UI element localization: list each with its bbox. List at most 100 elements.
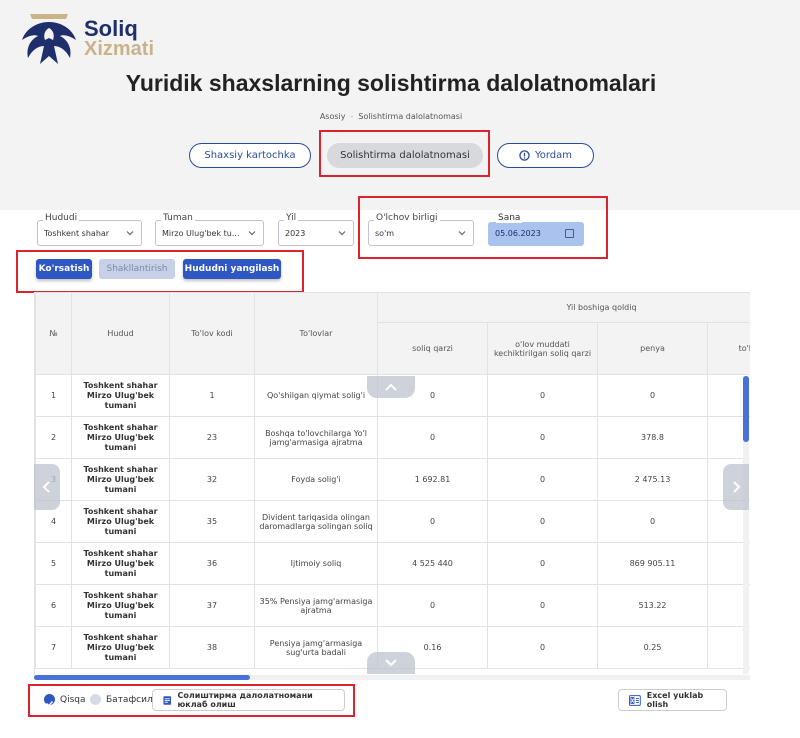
chevron-left-icon (42, 481, 50, 493)
unit-label: O'lchov birligi (374, 213, 440, 223)
cell-code: 1 (169, 374, 255, 417)
cell-debt: 0 (377, 500, 488, 543)
excel-icon (629, 694, 641, 706)
cell-overdue: 0 (487, 626, 598, 669)
cell-penya: 0.25 (597, 626, 708, 669)
region-select[interactable]: Hududi Toshkent shahar (37, 213, 142, 246)
brand-logo[interactable]: Soliq Xizmati (18, 10, 168, 68)
region-value: Toshkent shahar (44, 229, 110, 238)
cell-penya: 378.8 (597, 416, 708, 459)
scroll-right-button[interactable] (723, 464, 749, 510)
scroll-left-button[interactable] (34, 464, 60, 510)
brief-label[interactable]: Qisqa (60, 695, 86, 705)
table-row: 5 Toshkent shahar Mirzo Ulug'bek tumani … (35, 542, 750, 585)
district-select[interactable]: Tuman Mirzo Ulug'bek tu... (155, 213, 264, 246)
date-input[interactable]: Sana 05.06.2023 (488, 213, 584, 246)
cell-overdue: 0 (487, 458, 598, 501)
date-label: Sana (496, 213, 523, 223)
chevron-down-icon (126, 231, 134, 236)
checkmark-icon (45, 700, 54, 707)
cell-hudud: Toshkent shahar Mirzo Ulug'bek tumani (71, 584, 170, 627)
download-act-button[interactable]: Солиштирма далолатномани юклаб олиш (152, 689, 345, 711)
col-header-code: To'lov kodi (169, 292, 255, 375)
district-label: Tuman (161, 213, 195, 223)
excel-download-button[interactable]: Excel yuklab olish (618, 689, 727, 711)
cell-debt: 1 692.81 (377, 458, 488, 501)
cell-payment: Boshqa to'lovchilarga Yo'l jamg'armasiga… (254, 416, 378, 459)
brand-subname: Xizmati (84, 38, 155, 60)
detailed-label[interactable]: Батафсил (106, 695, 153, 705)
year-value: 2023 (285, 229, 306, 238)
table-row: 3 Toshkent shahar Mirzo Ulug'bek tumani … (35, 458, 750, 501)
table-row: 4 Toshkent shahar Mirzo Ulug'bek tumani … (35, 500, 750, 543)
document-icon (163, 695, 172, 705)
cell-overdue: 0 (487, 374, 598, 417)
breadcrumb-current: Solishtirma dalolatnomasi (358, 112, 463, 121)
col-header-penya: penya (597, 322, 708, 375)
cell-hudud: Toshkent shahar Mirzo Ulug'bek tumani (71, 374, 170, 417)
comparison-act-button[interactable]: Solishtirma dalolatnomasi (327, 143, 483, 168)
cell-overdue: 0 (487, 584, 598, 627)
page-title: Yuridik shaxslarning solishtirma dalolat… (125, 70, 657, 96)
show-button[interactable]: Ko'rsatish (36, 259, 92, 279)
cell-hudud: Toshkent shahar Mirzo Ulug'bek tumani (71, 542, 170, 585)
cell-hudud: Toshkent shahar Mirzo Ulug'bek tumani (71, 500, 170, 543)
personal-card-button[interactable]: Shaxsiy kartochka (189, 143, 311, 168)
col-header-num: № (35, 292, 72, 375)
brief-radio[interactable] (44, 694, 55, 707)
year-select[interactable]: Yil 2023 (278, 213, 354, 246)
table-row: 2 Toshkent shahar Mirzo Ulug'bek tumani … (35, 416, 750, 459)
chevron-down-icon (385, 659, 397, 667)
col-header-hudud: Hudud (71, 292, 170, 375)
cell-hudud: Toshkent shahar Mirzo Ulug'bek tumani (71, 626, 170, 669)
col-header-tax-debt: soliq qarzi (377, 322, 488, 375)
breadcrumb: Asosiy - Solishtirma dalolatnomasi (0, 112, 782, 121)
chevron-down-icon (248, 231, 256, 236)
cell-debt: 4 525 440 (377, 542, 488, 585)
cell-payment: 35% Pensiya jamg'armasiga ajratma (254, 584, 378, 627)
help-button[interactable]: Yordam (497, 143, 594, 168)
chevron-down-icon (338, 231, 346, 236)
detailed-radio[interactable] (90, 694, 101, 705)
cell-payment: Divident tariqasida olingan daromadlarga… (254, 500, 378, 543)
cell-payment: Pensiya jamg'armasiga sug'urta badali (254, 626, 378, 669)
breadcrumb-separator: - (350, 112, 354, 121)
year-label: Yil (284, 213, 299, 223)
cell-hudud: Toshkent shahar Mirzo Ulug'bek tumani (71, 416, 170, 459)
cell-num: 7 (35, 626, 72, 669)
horizontal-scrollbar[interactable] (34, 675, 750, 680)
help-label: Yordam (534, 150, 573, 161)
cell-num: 2 (35, 416, 72, 459)
update-region-button[interactable]: Hududni yangilash (183, 259, 281, 279)
col-header-payments: To'lovlar (254, 292, 378, 375)
balance-table[interactable]: № Hudud To'lov kodi To'lovlar Yil boshig… (34, 292, 750, 678)
generate-button[interactable]: Shakllantirish (99, 259, 175, 279)
chevron-right-icon (733, 481, 741, 493)
vertical-scrollbar[interactable] (743, 376, 749, 674)
cell-penya: 513.22 (597, 584, 708, 627)
cell-payment: Ijtimoiy soliq (254, 542, 378, 585)
cell-penya: 0 (597, 500, 708, 543)
col-header-group: Yil boshiga qoldiq (377, 292, 750, 323)
cell-code: 36 (169, 542, 255, 585)
scroll-down-button[interactable] (367, 652, 415, 674)
unit-value: so'm (375, 229, 395, 238)
chevron-up-icon (385, 383, 397, 391)
col-header-extra: to'l... kechik... (707, 322, 750, 375)
table-row: 6 Toshkent shahar Mirzo Ulug'bek tumani … (35, 584, 750, 627)
cell-debt: 0 (377, 416, 488, 459)
cell-debt: 0 (377, 584, 488, 627)
cell-overdue: 0 (487, 416, 598, 459)
horizontal-scroll-thumb[interactable] (34, 675, 250, 680)
vertical-scroll-thumb[interactable] (743, 376, 749, 442)
breadcrumb-home[interactable]: Asosiy (320, 112, 346, 121)
cell-payment: Foyda solig'i (254, 458, 378, 501)
scroll-up-button[interactable] (367, 376, 415, 398)
cell-code: 35 (169, 500, 255, 543)
unit-select[interactable]: O'lchov birligi so'm (368, 213, 474, 246)
district-value: Mirzo Ulug'bek tu... (162, 229, 240, 238)
help-circle-icon (519, 150, 530, 161)
cell-code: 38 (169, 626, 255, 669)
calendar-icon[interactable] (565, 229, 574, 238)
cell-penya: 869 905.11 (597, 542, 708, 585)
